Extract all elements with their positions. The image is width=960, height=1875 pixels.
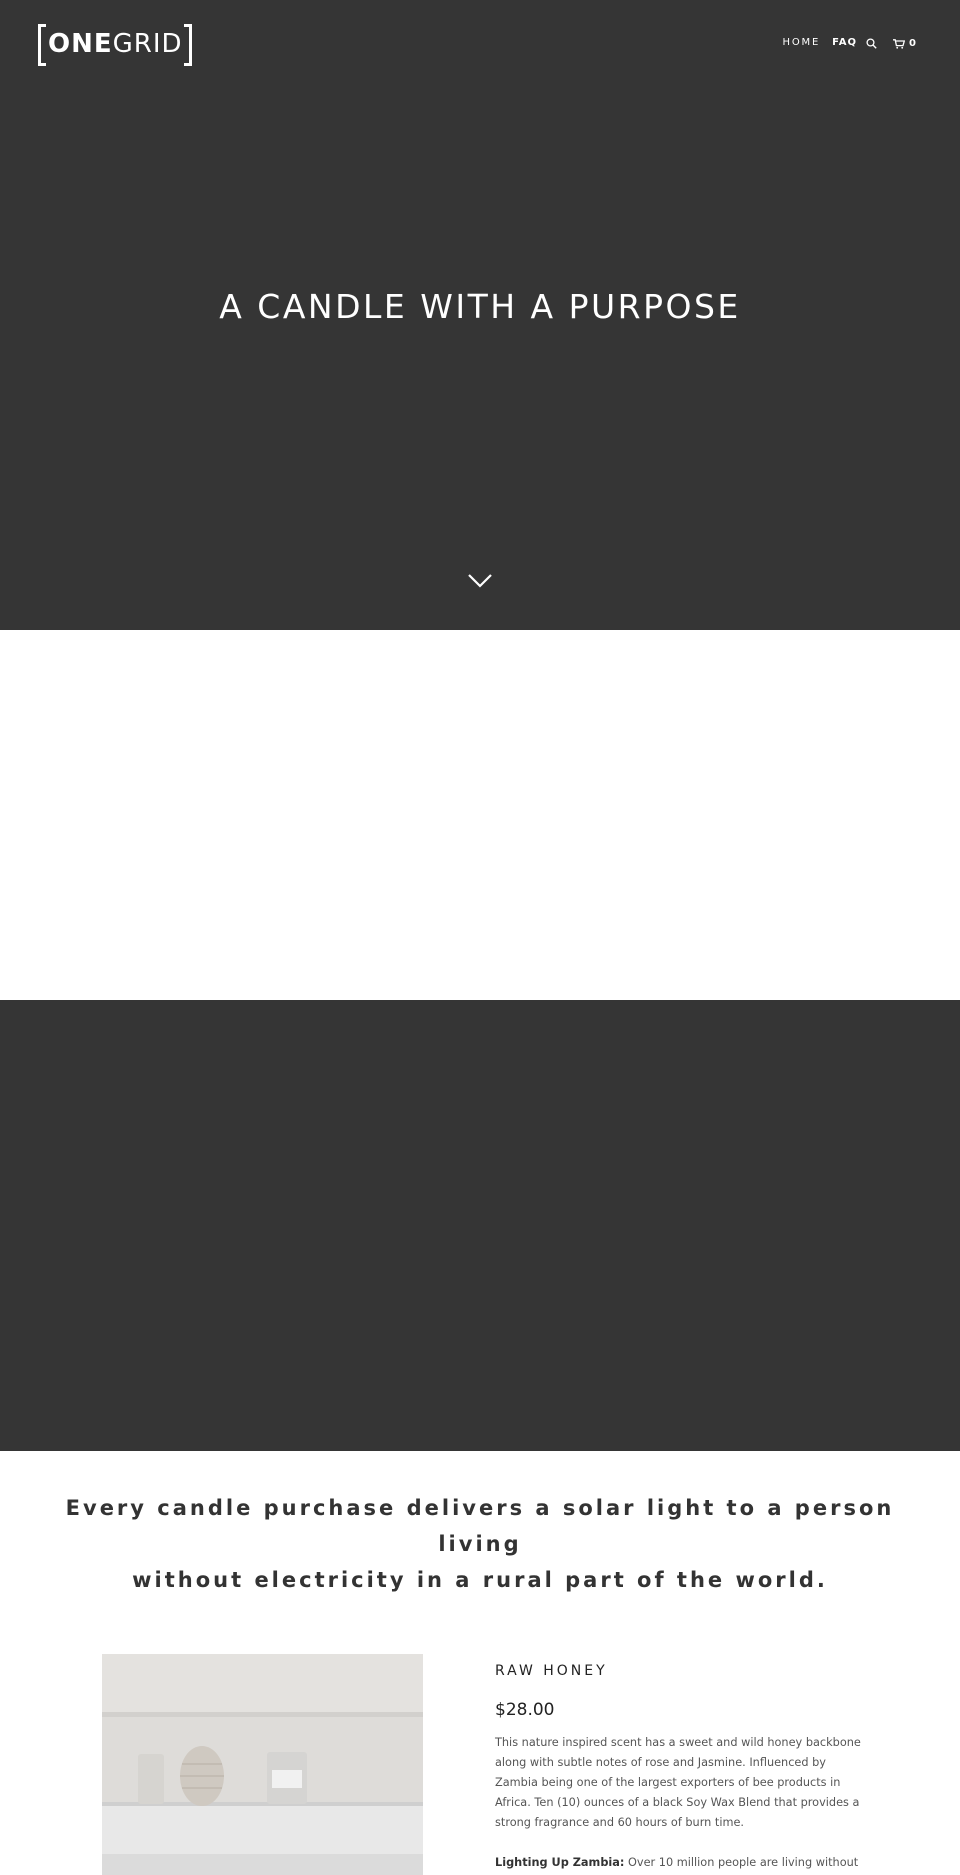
product-price: $28.00 [495,1700,555,1720]
nav-faq[interactable]: FAQ [832,36,857,50]
product-image[interactable] [102,1654,423,1875]
chevron-down-icon[interactable] [466,572,494,590]
onegrid-logo[interactable]: ONEGRID [38,24,192,66]
cart-count: 0 [909,37,916,49]
logo-text-light: GRID [112,29,183,59]
logo-text: ONEGRID [48,28,182,60]
hero-title: A CANDLE WITH A PURPOSE [219,287,741,326]
search-icon[interactable] [866,37,877,49]
hero-section: ONEGRID HOME FAQ 0 A CANDLE WITH A PURPO… [0,0,960,630]
image-banner [0,1000,960,1451]
mission-line-2: without electricity in a rural part of t… [132,1568,828,1592]
product-impact-text: Lighting Up Zambia: Over 10 million peop… [495,1853,865,1873]
logo-right-bracket [184,24,192,66]
nav-home[interactable]: HOME [783,36,821,50]
impact-body: Over 10 million people are living withou… [624,1856,859,1869]
cart-icon [893,34,906,53]
blank-section [0,630,960,1000]
main-nav: HOME FAQ 0 [771,36,916,50]
cart-button[interactable]: 0 [893,34,916,53]
mission-statement: Every candle purchase delivers a solar l… [40,1490,920,1598]
mission-line-1: Every candle purchase delivers a solar l… [65,1496,895,1556]
logo-left-bracket [38,24,46,66]
impact-label: Lighting Up Zambia: [495,1856,625,1869]
product-description: This nature inspired scent has a sweet a… [495,1736,861,1829]
product-title[interactable]: RAW HONEY [495,1661,608,1681]
logo-text-bold: ONE [48,29,113,59]
